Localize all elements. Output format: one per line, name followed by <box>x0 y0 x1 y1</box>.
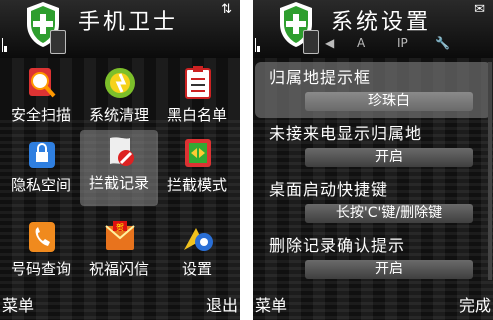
page-title: 系统设置 <box>331 10 432 35</box>
checklist-icon <box>185 66 211 99</box>
app-label: 号码查询 <box>10 260 71 278</box>
app-label: 隐私空间 <box>10 176 71 194</box>
cleanup-icon <box>105 68 135 98</box>
app-label: 拦截记录 <box>88 174 149 192</box>
lock-icon <box>29 142 55 168</box>
phone-icon <box>303 30 319 54</box>
guard-home-screen: 手机卫士 ⇅ 安全扫描 系统清理 黑白名单 隐私空间 拦截记录 拦截模式 号码查… <box>0 0 240 320</box>
settings-gear-icon <box>184 228 213 251</box>
app-number-lookup[interactable]: 号码查询 <box>2 216 80 292</box>
app-label: 拦截模式 <box>166 176 227 194</box>
message-icon: ✉ <box>474 2 485 17</box>
setting-value[interactable]: 珍珠白 <box>305 92 473 111</box>
app-greeting-sms[interactable]: 贺 祝福闪信 <box>80 216 158 292</box>
setting-location-popup[interactable]: 归属地提示框 珍珠白 <box>255 62 491 118</box>
block-mode-icon <box>185 139 211 167</box>
app-label: 系统清理 <box>88 106 149 124</box>
scrollbar[interactable] <box>488 62 492 280</box>
phone-lookup-icon <box>29 222 55 252</box>
app-block-records[interactable]: 拦截记录 <box>80 130 158 206</box>
tab-a[interactable]: A <box>357 36 365 50</box>
tab-strip: ◀ A IP 🔧 <box>325 36 493 56</box>
app-label: 黑白名单 <box>166 106 227 124</box>
setting-value[interactable]: 开启 <box>305 260 473 279</box>
app-black-white-list[interactable]: 黑白名单 <box>158 62 236 138</box>
tab-prev-arrow[interactable]: ◀ <box>325 36 334 50</box>
system-settings-screen: 系统设置 ✉ ◀ A IP 🔧 归属地提示框 珍珠白 未接来电显示归属地 开启 … <box>253 0 493 320</box>
svg-text:贺: 贺 <box>116 222 124 232</box>
setting-label: 未接来电显示归属地 <box>269 124 423 143</box>
signal-strength-icon <box>2 16 12 56</box>
setting-delete-confirm[interactable]: 删除记录确认提示 开启 <box>255 230 491 286</box>
connectivity-icon: ⇅ <box>221 2 232 17</box>
phone-icon <box>50 30 66 54</box>
greeting-sms-icon: 贺 <box>105 221 135 250</box>
softkey-bar: 菜单 退出 <box>0 290 240 320</box>
softkey-bar: 菜单 完成 <box>253 290 493 320</box>
setting-label: 删除记录确认提示 <box>269 236 406 255</box>
app-label: 祝福闪信 <box>88 260 149 278</box>
tab-ip[interactable]: IP <box>397 36 408 50</box>
menu-softkey[interactable]: 菜单 <box>2 292 34 316</box>
signal-strength-icon <box>255 16 265 56</box>
setting-value[interactable]: 长按'C'键/删除键 <box>305 204 473 223</box>
title-bar: 手机卫士 ⇅ <box>0 0 240 58</box>
page-title: 手机卫士 <box>78 10 179 35</box>
magnifier-scan-icon <box>29 68 56 98</box>
app-label: 安全扫描 <box>10 106 71 124</box>
title-bar: 系统设置 ✉ ◀ A IP 🔧 <box>253 0 493 58</box>
app-security-scan[interactable]: 安全扫描 <box>2 62 80 138</box>
app-block-mode[interactable]: 拦截模式 <box>158 132 236 208</box>
tab-settings-wrench[interactable]: 🔧 <box>435 36 450 50</box>
app-label: 设置 <box>181 260 212 278</box>
done-softkey[interactable]: 完成 <box>459 292 491 316</box>
app-privacy-space[interactable]: 隐私空间 <box>2 132 80 208</box>
setting-label: 归属地提示框 <box>269 68 372 87</box>
setting-label: 桌面启动快捷键 <box>269 180 389 199</box>
setting-desktop-shortcut[interactable]: 桌面启动快捷键 长按'C'键/删除键 <box>255 174 491 230</box>
app-system-cleanup[interactable]: 系统清理 <box>80 62 158 138</box>
app-settings[interactable]: 设置 <box>158 216 236 292</box>
block-record-icon <box>110 137 134 166</box>
setting-missed-call-location[interactable]: 未接来电显示归属地 开启 <box>255 118 491 174</box>
menu-softkey[interactable]: 菜单 <box>255 292 287 316</box>
exit-softkey[interactable]: 退出 <box>206 292 238 316</box>
setting-value[interactable]: 开启 <box>305 148 473 167</box>
